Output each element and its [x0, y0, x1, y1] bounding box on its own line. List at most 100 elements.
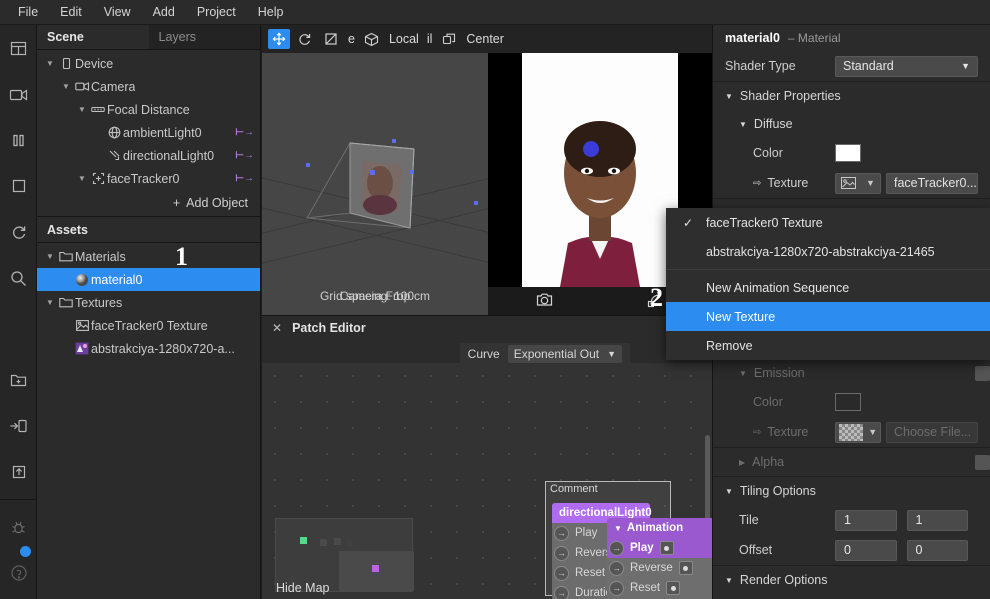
chevron-down-icon[interactable]: ▼ [75, 174, 89, 183]
patch-node-title: Animation [627, 522, 683, 534]
patch-comment-label: Comment [546, 482, 670, 496]
offset-x-input[interactable]: 0 [835, 540, 897, 561]
menu-item-project[interactable]: Project [187, 2, 246, 22]
tree-node-directionallight0[interactable]: ▼directionalLight0⊢→ [37, 144, 260, 167]
diffuse-color-swatch[interactable] [835, 144, 861, 162]
close-icon[interactable]: ✕ [272, 321, 282, 335]
chevron-down-icon[interactable]: ▼ [43, 59, 57, 68]
emission-texture-thumb-button[interactable]: ▼ [835, 422, 881, 443]
patch-port-row[interactable]: → Play [607, 538, 712, 558]
square-icon[interactable] [0, 163, 37, 209]
layout-icon[interactable] [0, 25, 37, 71]
patch-link-icon[interactable]: ⊢→ [235, 173, 254, 184]
viewport-3d-canvas[interactable]: Camera Frop Grid spacing: 100cm [262, 53, 488, 315]
dropdown-item-new-texture[interactable]: New Texture [666, 302, 990, 331]
chevron-down-icon[interactable]: ▼ [43, 252, 57, 261]
chevron-down-icon: ▼ [868, 427, 877, 437]
shader-properties-section[interactable]: ▼ Shader Properties [713, 82, 990, 110]
dropdown-item-new-animation-sequence[interactable]: New Animation Sequence [666, 273, 990, 302]
refresh-icon[interactable] [0, 209, 37, 255]
emission-section[interactable]: ▼ Emission [713, 359, 990, 387]
input-port-icon[interactable]: → [554, 546, 569, 561]
diffuse-label: Diffuse [754, 117, 793, 131]
search-icon[interactable] [0, 255, 37, 301]
tree-node-material0[interactable]: ▼material0 [37, 268, 260, 291]
diffuse-section[interactable]: ▼ Diffuse [713, 110, 990, 138]
tree-node-abstrakciya-1280x720-a[interactable]: ▼abstrakciya-1280x720-a... [37, 337, 260, 360]
input-port-icon[interactable]: → [554, 526, 569, 541]
curve-select[interactable]: Exponential Out ▼ [508, 345, 622, 363]
tree-node-ambientlight0[interactable]: ▼ambientLight0⊢→ [37, 121, 260, 144]
shader-type-select[interactable]: Standard ▼ [835, 56, 978, 77]
camera-icon[interactable] [0, 71, 37, 117]
menu-item-edit[interactable]: Edit [50, 2, 92, 22]
tiling-options-section[interactable]: ▼ Tiling Options [713, 477, 990, 505]
tree-node-device[interactable]: ▼Device [37, 52, 260, 75]
render-options-label: Render Options [740, 573, 828, 587]
pivot-mode-label[interactable]: Center [464, 32, 506, 46]
rotate-tool-icon[interactable] [294, 29, 316, 49]
dropdown-item-facetracker0-texture[interactable]: ✓faceTracker0 Texture [666, 208, 990, 237]
menu-item-view[interactable]: View [94, 2, 141, 22]
alpha-toggle[interactable] [975, 455, 990, 470]
camera-shutter-icon[interactable] [535, 291, 554, 311]
pause-icon[interactable] [0, 117, 37, 163]
input-port-icon[interactable]: → [554, 586, 569, 599]
input-port-icon[interactable]: → [609, 561, 624, 576]
hide-map-button[interactable]: Hide Map [276, 581, 330, 595]
export-icon[interactable] [0, 449, 37, 495]
patch-node-animation[interactable]: ▼ Animation → Play → Reverse → Reset [607, 518, 712, 599]
minimap-node-dot [372, 565, 379, 572]
tree-node-textures[interactable]: ▼Textures [37, 291, 260, 314]
input-port-icon[interactable]: → [609, 581, 624, 596]
emission-toggle[interactable] [975, 366, 990, 381]
pivot-icon[interactable] [438, 29, 460, 49]
chevron-down-icon[interactable]: ▼ [614, 524, 622, 533]
chevron-down-icon: ▼ [739, 120, 747, 129]
tile-y-input[interactable]: 1 [907, 510, 969, 531]
tab-scene[interactable]: Scene [37, 25, 149, 50]
add-object-button[interactable]: + Add Object [37, 190, 260, 217]
tab-layers[interactable]: Layers [149, 25, 261, 50]
alpha-section[interactable]: ▶ Alpha [713, 448, 990, 476]
diffuse-texture-thumb-button[interactable]: ▼ [835, 173, 881, 194]
tree-node-facetracker0-texture[interactable]: ▼faceTracker0 Texture [37, 314, 260, 337]
import-icon[interactable] [0, 403, 37, 449]
input-port-icon[interactable]: → [609, 541, 624, 556]
output-port-icon[interactable] [660, 541, 674, 555]
tree-node-facetracker0[interactable]: ▼faceTracker0⊢→ [37, 167, 260, 190]
menu-item-file[interactable]: File [8, 2, 48, 22]
cube-space-icon[interactable] [361, 29, 383, 49]
render-options-section[interactable]: ▼ Render Options [713, 566, 990, 594]
menu-item-help[interactable]: Help [248, 2, 294, 22]
chevron-down-icon[interactable]: ▼ [75, 105, 89, 114]
dropdown-item-remove[interactable]: Remove [666, 331, 990, 360]
space-mode-label[interactable]: Local [387, 32, 421, 46]
tree-node-materials[interactable]: ▼Materials [37, 245, 260, 268]
patch-link-icon[interactable]: ⊢→ [235, 127, 254, 138]
chevron-down-icon[interactable]: ▼ [43, 298, 57, 307]
patch-link-icon[interactable]: ⊢→ [235, 150, 254, 161]
help-icon[interactable] [0, 550, 37, 596]
patch-port-row[interactable]: → Reverse [607, 558, 712, 578]
patch-canvas[interactable]: Comment directionalLight0 → Play → Rever… [262, 363, 712, 599]
input-port-icon[interactable]: → [554, 566, 569, 581]
scale-tool-icon[interactable] [320, 29, 342, 49]
output-port-icon[interactable] [679, 561, 693, 575]
move-tool-icon[interactable] [268, 29, 290, 49]
chevron-down-icon[interactable]: ▼ [59, 82, 73, 91]
tree-node-camera[interactable]: ▼Camera [37, 75, 260, 98]
scene-tree: ▼Device▼Camera▼Focal Distance▼ambientLig… [37, 50, 260, 190]
tile-x-input[interactable]: 1 [835, 510, 897, 531]
emission-texture-value[interactable]: Choose File... [886, 422, 978, 443]
patch-port-row[interactable]: → Reset [607, 578, 712, 598]
tree-node-focal-distance[interactable]: ▼Focal Distance [37, 98, 260, 121]
emission-color-swatch[interactable] [835, 393, 861, 411]
offset-y-input[interactable]: 0 [907, 540, 969, 561]
output-port-icon[interactable] [666, 581, 680, 595]
dropdown-item-abstrakciya-1280x720-abstrakciya-21465[interactable]: abstrakciya-1280x720-abstrakciya-21465 [666, 237, 990, 266]
diffuse-texture-value[interactable]: faceTracker0... [886, 173, 978, 194]
menu-item-add[interactable]: Add [143, 2, 185, 22]
bug-icon[interactable] [0, 504, 37, 550]
add-folder-icon[interactable] [0, 357, 37, 403]
